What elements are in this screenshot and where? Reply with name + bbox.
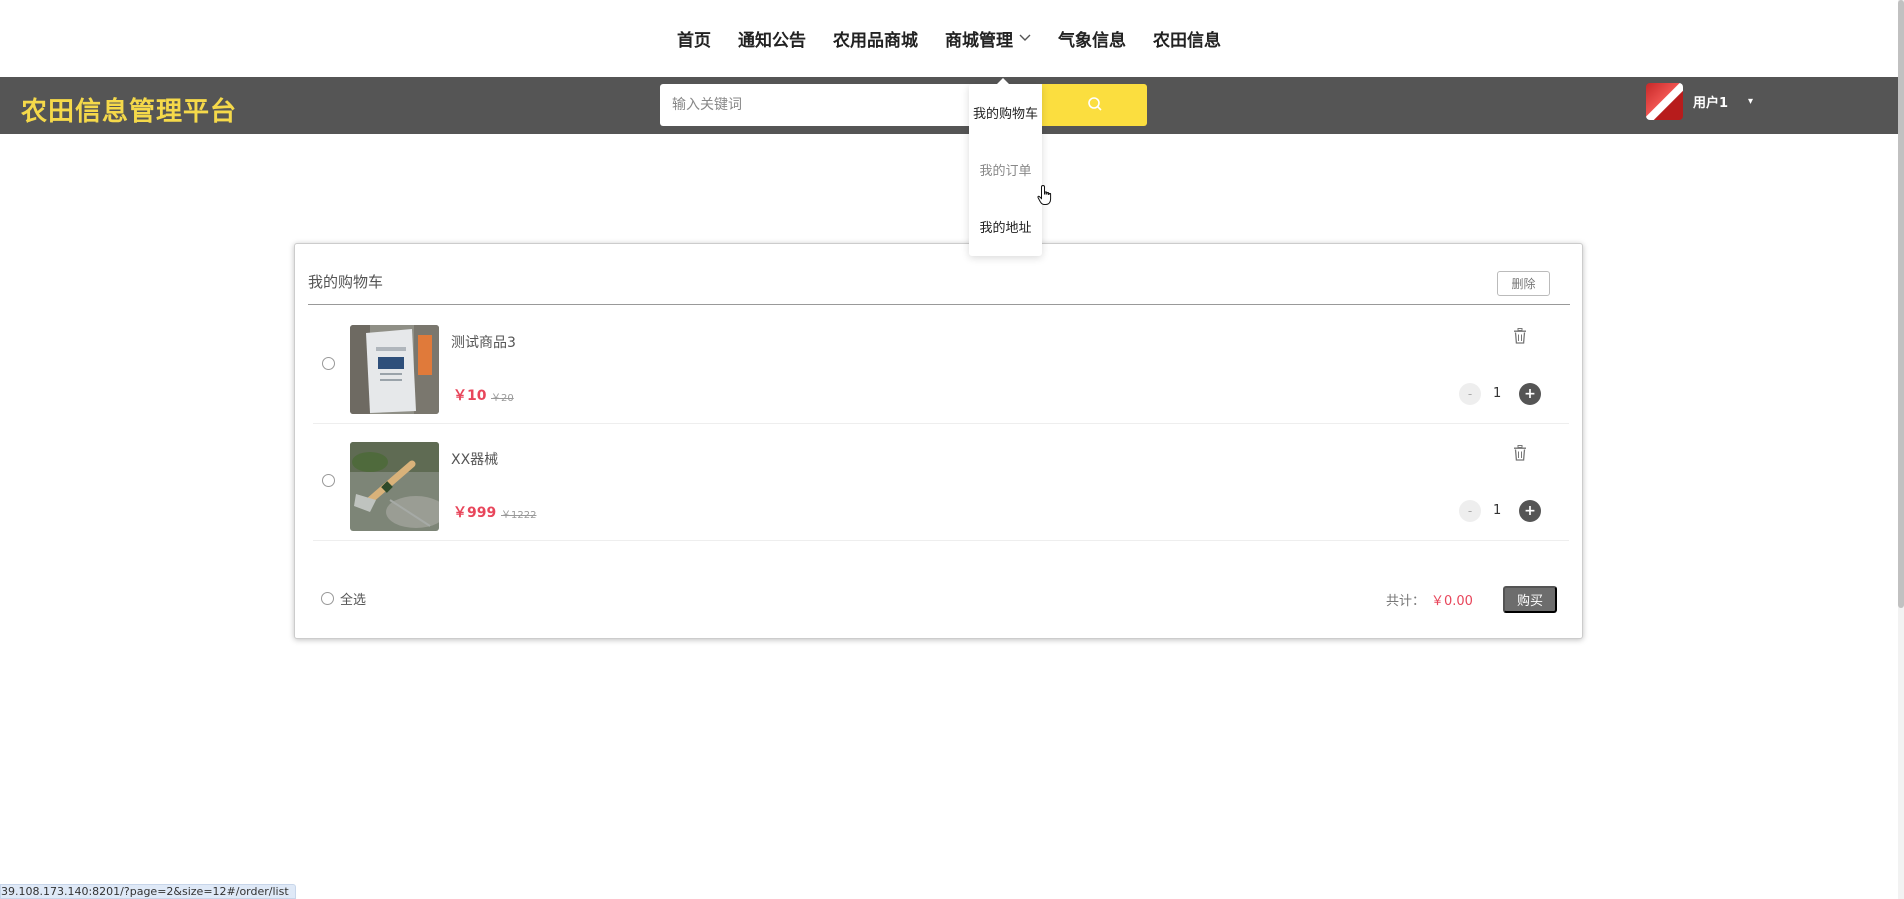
avatar[interactable]	[1646, 83, 1683, 120]
cart-title: 我的购物车	[308, 273, 384, 291]
nav-item-shop[interactable]: 农用品商城	[833, 0, 918, 77]
user-menu[interactable]: 用户1 ▾	[1646, 83, 1753, 120]
chevron-down-icon	[1019, 31, 1031, 46]
nav-label: 气象信息	[1058, 31, 1126, 51]
page: 首页 通知公告 农用品商城 商城管理 气象信息 农田信息 农田信息管理平台 用户…	[0, 0, 1904, 899]
nav-item-farmland[interactable]: 农田信息	[1153, 0, 1221, 77]
buy-button[interactable]: 购买	[1503, 586, 1557, 613]
quantity-decrease-button[interactable]: -	[1459, 500, 1481, 522]
product-name: XX器械	[451, 452, 499, 468]
quantity-increase-button[interactable]: +	[1519, 500, 1541, 522]
user-name: 用户1	[1693, 96, 1729, 111]
dropdown-item-my-orders[interactable]: 我的订单	[969, 141, 1042, 198]
item-select-radio[interactable]	[322, 357, 335, 370]
select-all-label[interactable]: 全选	[340, 589, 366, 608]
trash-icon[interactable]	[1513, 328, 1527, 348]
nav-item-notice[interactable]: 通知公告	[738, 0, 806, 77]
product-old-price: ￥1222	[501, 510, 537, 521]
cart-panel: 我的购物车 删除 测试商品3 ￥10 ￥20 - 1 + XX器械 ￥999 ￥…	[294, 243, 1583, 639]
nav-label: 商城管理	[945, 31, 1013, 51]
scrollbar-thumb[interactable]	[1898, 0, 1904, 608]
product-image[interactable]	[350, 442, 439, 531]
product-old-price: ￥20	[491, 393, 514, 404]
dropdown-item-my-cart[interactable]: 我的购物车	[969, 84, 1042, 141]
nav-item-home[interactable]: 首页	[677, 0, 711, 77]
caret-down-icon[interactable]: ▾	[1748, 96, 1753, 107]
nav-label: 农用品商城	[833, 31, 918, 51]
top-nav: 首页 通知公告 农用品商城 商城管理 气象信息 农田信息	[0, 0, 1898, 77]
status-bar-url: 39.108.173.140:8201/?page=2&size=12#/ord…	[0, 884, 296, 899]
product-name: 测试商品3	[451, 335, 516, 351]
cart-item: XX器械 ￥999 ￥1222 - 1 +	[313, 424, 1569, 541]
delete-button[interactable]: 删除	[1497, 271, 1550, 296]
product-price: ￥999	[453, 505, 497, 521]
nav-item-weather[interactable]: 气象信息	[1058, 0, 1126, 77]
brand-title: 农田信息管理平台	[21, 97, 238, 127]
product-price: ￥10	[453, 388, 487, 404]
quantity-decrease-button[interactable]: -	[1459, 383, 1481, 405]
dropdown-item-my-address[interactable]: 我的地址	[969, 198, 1042, 255]
quantity-value: 1	[1493, 503, 1502, 518]
total-value: ￥0.00	[1431, 594, 1473, 609]
nav-label: 通知公告	[738, 31, 806, 51]
divider	[308, 304, 1570, 305]
search-icon	[1087, 96, 1103, 115]
trash-icon[interactable]	[1513, 445, 1527, 465]
header-bar: 农田信息管理平台 用户1 ▾	[0, 77, 1898, 134]
select-all-radio[interactable]	[321, 592, 334, 605]
nav-item-shop-management[interactable]: 商城管理	[945, 0, 1031, 77]
search-button[interactable]	[1042, 84, 1147, 126]
total-label: 共计：	[1386, 594, 1426, 609]
product-image[interactable]	[350, 325, 439, 414]
nav-label: 农田信息	[1153, 31, 1221, 51]
hand-cursor-icon	[1037, 184, 1055, 210]
quantity-value: 1	[1493, 386, 1502, 401]
cart-item: 测试商品3 ￥10 ￥20 - 1 +	[313, 307, 1569, 424]
nav-label: 首页	[677, 31, 711, 51]
shop-management-dropdown: 我的购物车 我的订单 我的地址	[969, 78, 1042, 256]
item-select-radio[interactable]	[322, 474, 335, 487]
quantity-increase-button[interactable]: +	[1519, 383, 1541, 405]
scrollbar[interactable]	[1898, 0, 1904, 899]
